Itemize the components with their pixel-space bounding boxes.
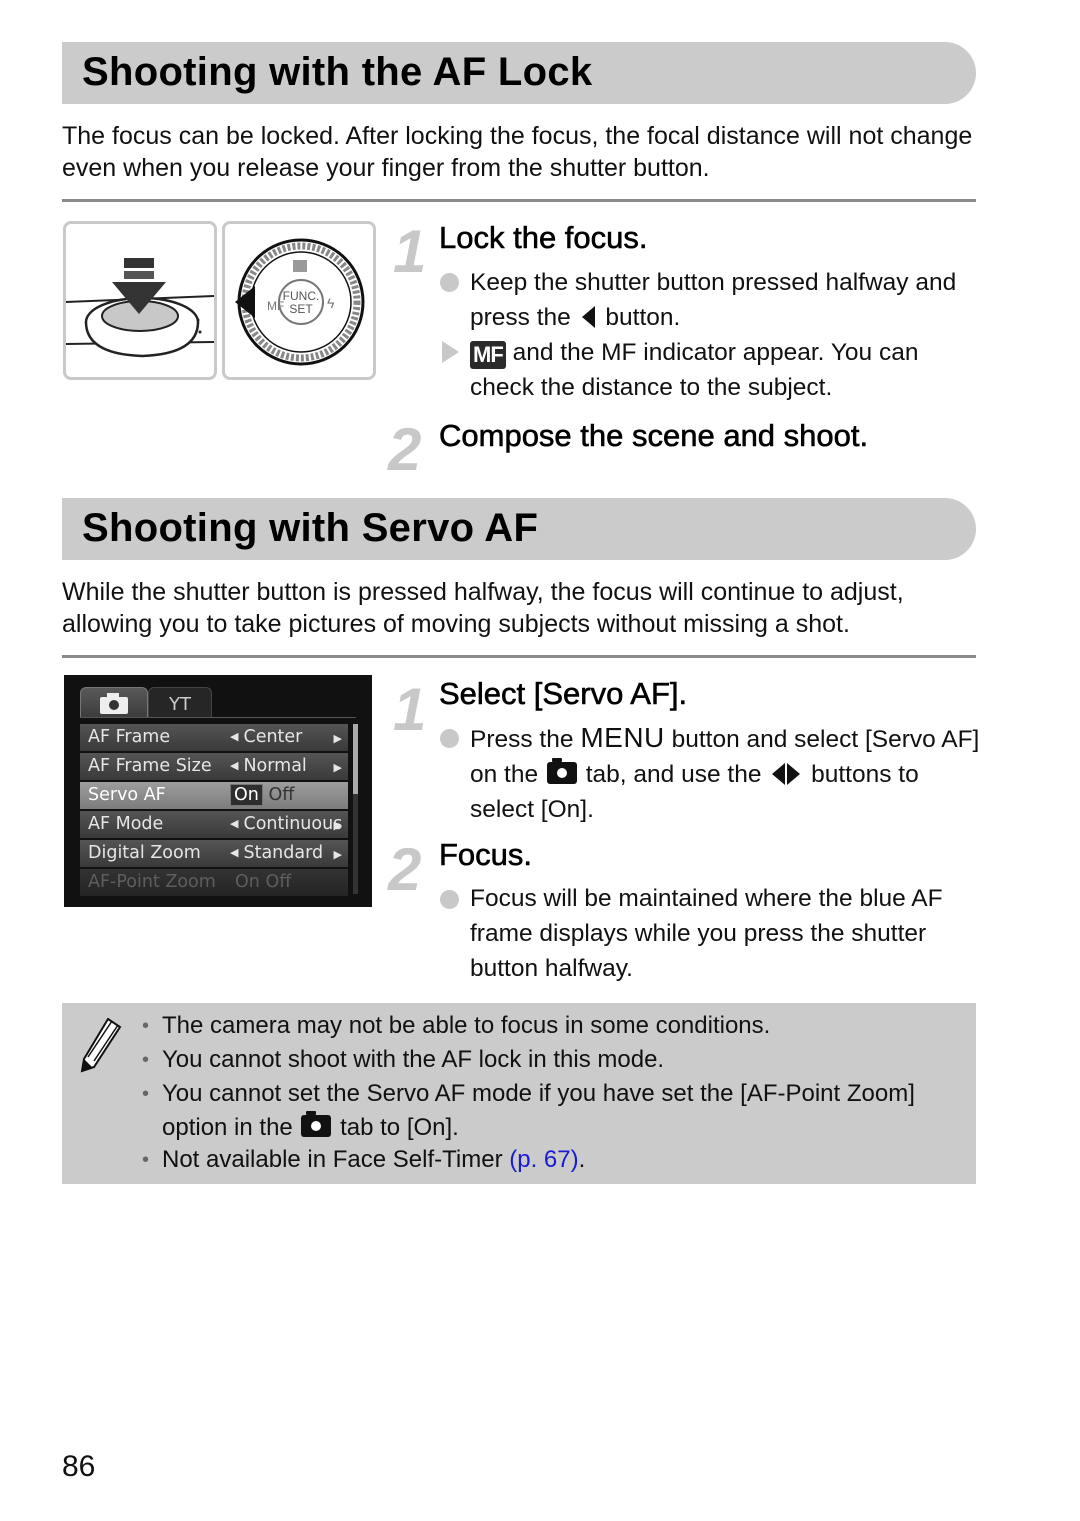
wrench-icon: YT	[168, 694, 192, 715]
step-instruction: Keep the shutter button pressed halfway …	[470, 269, 957, 331]
notes-box: • The camera may not be able to focus in …	[62, 1003, 976, 1184]
step-number: 2	[388, 416, 422, 483]
bullet-circle-icon	[440, 890, 459, 909]
svg-text:YT: YT	[168, 694, 192, 715]
step-instruction: Press the MENU button and select [Servo …	[470, 722, 980, 823]
step-number: 1	[393, 218, 427, 285]
step-title: Select [Servo AF].	[439, 676, 688, 712]
menu-tab-camera	[80, 687, 148, 718]
menu-row-digital-zoom: Digital Zoom ◀ Standard ▶	[80, 840, 348, 867]
bullet-result-icon	[442, 341, 459, 363]
menu-scrollbar	[353, 724, 358, 894]
right-arrow-icon	[787, 763, 801, 785]
shutter-press-icon	[65, 258, 215, 358]
menu-row-af-mode: AF Mode ◀ Continuous ▶	[80, 811, 348, 838]
menu-row-af-point-zoom: AF-Point Zoom On Off	[80, 869, 348, 896]
section-intro: The focus can be locked. After locking t…	[62, 122, 973, 182]
shutter-button-illustration	[63, 221, 217, 380]
pencil-icon	[80, 1017, 122, 1073]
step-instruction: Focus will be maintained where the blue …	[470, 885, 943, 982]
page-number: 86	[62, 1450, 96, 1483]
divider	[62, 199, 976, 202]
section-banner-servo-af: Shooting with Servo AF	[62, 498, 976, 560]
control-dial-icon: FUNC. SET MF ϟ	[235, 238, 365, 366]
menu-row-af-frame-size: AF Frame Size ◀ Normal ▶	[80, 753, 348, 780]
step-title: Focus.	[439, 837, 533, 873]
svg-text:FUNC.: FUNC.	[283, 289, 320, 303]
mf-icon: MF	[470, 341, 506, 369]
section-banner-af-lock: Shooting with the AF Lock	[62, 42, 976, 104]
step-result: MF and the MF indicator appear. You can …	[470, 339, 919, 401]
note-item: • The camera may not be able to focus in …	[142, 1012, 771, 1039]
step-number: 2	[388, 836, 422, 903]
note-item: • You cannot shoot with the AF lock in th…	[142, 1046, 665, 1073]
menu-row-af-frame: AF Frame ◀ Center ▶	[80, 724, 348, 751]
svg-text:SET: SET	[289, 302, 313, 316]
svg-text:MF: MF	[267, 299, 284, 313]
camera-tab-icon	[546, 758, 577, 784]
left-arrow-icon	[772, 763, 786, 785]
divider	[62, 655, 976, 658]
menu-button-label: MENU	[580, 722, 665, 753]
step-title: Compose the scene and shoot.	[439, 418, 869, 454]
camera-menu-screen: YT AF Frame ◀ Center ▶ AF Frame Size ◀ Nor…	[64, 675, 372, 907]
menu-row-servo-af: Servo AF On Off	[80, 782, 348, 809]
page-link[interactable]: (p. 67)	[509, 1146, 578, 1173]
note-item: • You cannot set the Servo AF mode if you…	[142, 1080, 915, 1141]
note-item: • Not available in Face Self-Timer (p. 67…	[142, 1146, 586, 1173]
bullet-circle-icon	[440, 273, 459, 292]
step-title: Lock the focus.	[439, 220, 648, 256]
camera-tab-icon	[301, 1111, 332, 1137]
camera-icon	[100, 693, 128, 714]
section-title: Shooting with the AF Lock	[82, 50, 593, 94]
svg-text:ϟ: ϟ	[327, 295, 335, 311]
bullet-circle-icon	[440, 729, 459, 748]
menu-tab-settings: YT	[148, 687, 212, 718]
step-number: 1	[393, 676, 427, 743]
control-dial-illustration: FUNC. SET MF ϟ	[222, 221, 376, 380]
section-intro: While the shutter button is pressed half…	[62, 578, 904, 638]
left-arrow-icon	[581, 306, 595, 328]
section-title: Shooting with Servo AF	[82, 506, 539, 550]
